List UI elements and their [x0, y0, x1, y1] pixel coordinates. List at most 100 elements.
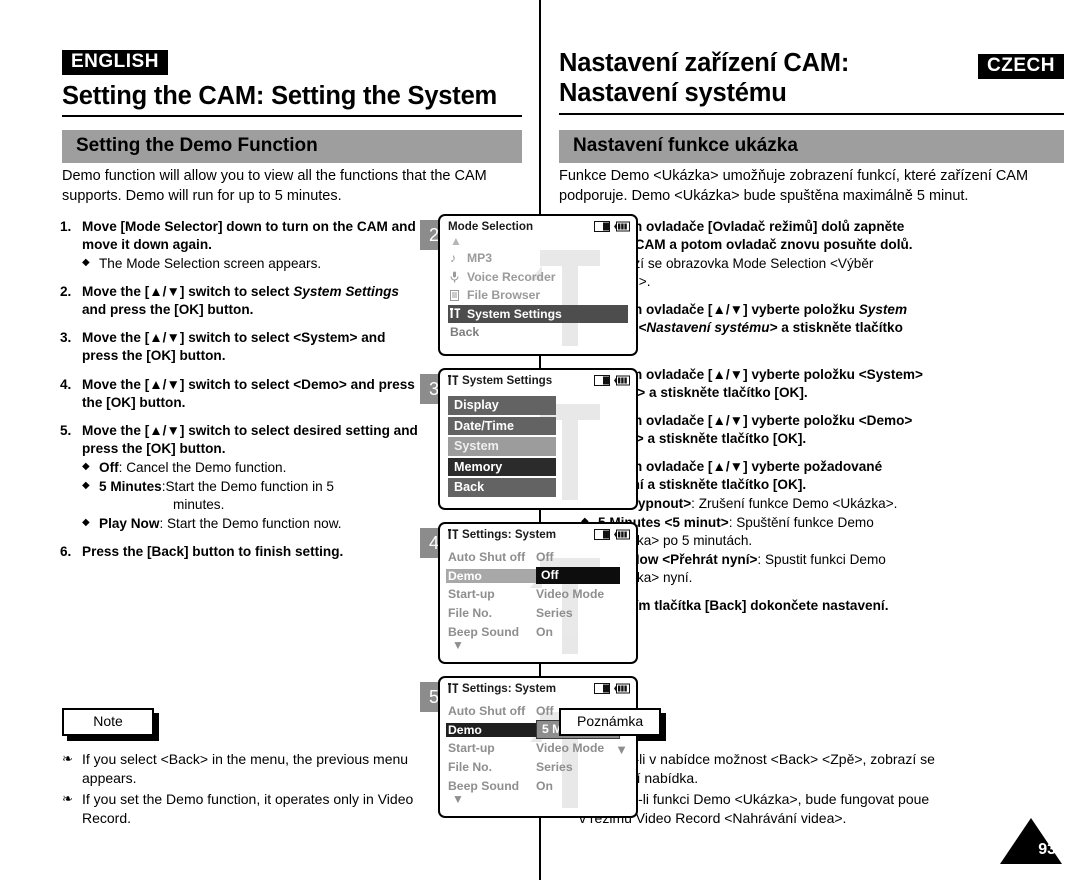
intro-paragraph-english: Demo function will allow you to view all…: [62, 168, 487, 204]
step-item: 5. Move the [▲/▼] switch to select desir…: [60, 422, 420, 533]
lcd-status-icons: [594, 221, 630, 232]
row-key: Start-up: [448, 741, 495, 756]
bullet-bold: Off: [99, 459, 119, 475]
step-number: 2.: [60, 284, 72, 300]
note-block-english: Note ❧ If you select <Back> in the menu,…: [62, 708, 442, 830]
lcd-screen: System Settings Display Date/Time System…: [438, 368, 638, 510]
step-number: 1.: [60, 219, 72, 234]
section-title-czech: Nastavení funkce ukázka: [559, 130, 1064, 163]
step-item: 6. Press the [Back] button to finish set…: [60, 543, 420, 561]
step-number: 4.: [60, 376, 72, 392]
step-number: 3.: [60, 330, 72, 346]
scroll-up-arrow-icon[interactable]: ▲: [440, 235, 636, 249]
section-title-english: Setting the Demo Function: [62, 130, 522, 163]
bullet-item: ◆ Play Now: Start the Demo function now.: [82, 515, 420, 533]
tools-icon: [450, 308, 467, 319]
bullet-text: Off <Vypnout>: Zrušení funkce Demo <Ukáz…: [598, 495, 929, 513]
bullet-text: 5 Minutes <5 minut>: Spuštění funkce Dem…: [598, 514, 929, 550]
row-key: Demo: [446, 722, 536, 737]
bullet-text: Play Now: Start the Demo function now.: [99, 515, 420, 533]
table-row[interactable]: Auto Shut off Off: [448, 548, 636, 567]
bullet-rest: : Cancel the Demo function.: [118, 459, 287, 475]
chip-display[interactable]: Display: [448, 396, 556, 415]
clover-bullet-icon: ❧: [62, 750, 73, 766]
bullet-rest: : Zrušení funkce Demo <Ukázka>.: [691, 496, 898, 512]
czech-header: CZECH Nastavení zařízení CAM: Nastavení …: [559, 48, 1064, 116]
memory-card-icon: [594, 683, 610, 694]
note-item: ❧ If you set the Demo function, it opera…: [62, 790, 442, 828]
scroll-down-arrow-icon[interactable]: ▼: [615, 742, 628, 757]
lcd-body: Display Date/Time System Memory Back: [440, 389, 636, 497]
step-item: 1. Move [Mode Selector] down to turn on …: [60, 218, 420, 273]
chip-memory[interactable]: Memory: [448, 457, 556, 476]
list-item-label: MP3: [467, 251, 493, 266]
lcd-status-icons: [594, 683, 630, 694]
row-value: Series: [536, 606, 573, 621]
settings-chip-list: Display Date/Time System Memory Back: [440, 390, 636, 497]
list-item-back[interactable]: Back: [448, 323, 628, 342]
tools-icon: [448, 529, 462, 540]
table-row[interactable]: Start-up Video Mode: [448, 739, 636, 758]
lcd-status-icons: [594, 375, 630, 386]
list-item-voice-recorder[interactable]: Voice Recorder: [448, 268, 628, 287]
step-text: Move the [▲/▼] switch to select <System>…: [82, 330, 386, 364]
row-value: Series: [536, 760, 573, 775]
lcd-title: Settings: System: [462, 682, 557, 695]
chip-system[interactable]: System: [448, 437, 556, 456]
diamond-bullet-icon: ◆: [82, 517, 90, 529]
note-label-box: Note: [62, 708, 159, 741]
note-items-english: ❧ If you select <Back> in the menu, the …: [62, 750, 442, 828]
row-value-box: Off: [536, 567, 620, 585]
section-bar-czech: Nastavení funkce ukázka: [559, 130, 1064, 163]
bullet-bold: 5 Minutes: [99, 478, 162, 494]
list-item-label: System Settings: [467, 306, 562, 321]
battery-icon: [614, 683, 630, 694]
row-key: File No.: [448, 606, 493, 621]
chip-date-time[interactable]: Date/Time: [448, 416, 556, 435]
bullet-rest: : Start the Demo function now.: [159, 516, 342, 532]
chip-back[interactable]: Back: [448, 478, 556, 497]
scroll-down-arrow-icon[interactable]: ▼: [448, 793, 636, 807]
step-number: 5.: [60, 422, 72, 438]
note-label: Poznámka: [559, 708, 662, 736]
intro-paragraph-czech: Funkce Demo <Ukázka> umožňuje zobrazení …: [559, 168, 1029, 204]
table-row-demo[interactable]: Demo Off: [446, 567, 636, 586]
english-header: ENGLISH Setting the CAM: Setting the Sys…: [62, 50, 522, 118]
settings-table: Auto Shut off Off Demo Off Start-up Vide…: [440, 544, 636, 653]
row-value: Off: [536, 550, 554, 565]
table-row[interactable]: Beep Sound On: [448, 622, 636, 641]
row-key: File No.: [448, 760, 493, 775]
bullet-text: 5 Minutes:Start the Demo function in 5 mi…: [99, 478, 420, 514]
step-text: Move [Mode Selector] down to turn on the…: [82, 219, 416, 253]
bullet-text: The Mode Selection screen appears.: [99, 256, 322, 272]
battery-icon: [614, 529, 630, 540]
row-value: Off: [536, 567, 636, 585]
music-note-icon: ♪: [450, 251, 457, 266]
lcd-screen: Settings: System: [438, 522, 638, 664]
list-item-mp3[interactable]: ♪ MP3: [448, 249, 628, 268]
row-key: Auto Shut off: [448, 704, 526, 719]
step-text-pre: Move the [▲/▼] switch to select: [82, 284, 294, 300]
tools-icon: [448, 375, 462, 386]
list-item-file-browser[interactable]: File Browser: [448, 286, 628, 305]
document-icon: [450, 289, 467, 301]
header-rule-english: [62, 115, 522, 118]
diamond-bullet-icon: ◆: [82, 257, 90, 269]
figure-system-settings: 3 System Settings Display Date/Time Syst…: [420, 368, 660, 515]
table-row[interactable]: File No. Series: [448, 758, 636, 777]
table-row[interactable]: Start-up Video Mode: [448, 585, 636, 604]
list-item-system-settings[interactable]: System Settings: [448, 304, 628, 323]
scroll-down-arrow-icon[interactable]: ▼: [448, 639, 636, 653]
memory-card-icon: [594, 529, 610, 540]
figure-settings-system-5min: 5 Settings: System ▼ Auto Shut off Off D…: [420, 676, 660, 823]
lcd-titlebar: Settings: System: [440, 524, 636, 543]
bullet-item: ◆ Off: Cancel the Demo function.: [82, 459, 420, 477]
bullet-item: ◆ The Mode Selection screen appears.: [82, 255, 420, 273]
table-row[interactable]: File No. Series: [448, 604, 636, 623]
table-row[interactable]: Beep Sound On: [448, 776, 636, 795]
bullet-bold: Play Now: [99, 516, 160, 532]
step-number: 6.: [60, 544, 72, 560]
step-item: 2. Move the [▲/▼] switch to select Syste…: [60, 283, 420, 319]
lcd-title: Settings: System: [462, 528, 557, 541]
note-label-box: Poznámka: [559, 708, 667, 741]
